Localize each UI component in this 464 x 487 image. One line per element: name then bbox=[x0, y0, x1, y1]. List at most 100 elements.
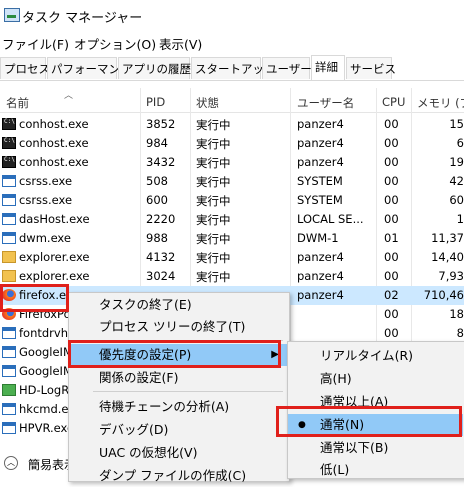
column-header-memory[interactable]: メモリ (プラ bbox=[417, 95, 464, 111]
menu-item-uac-virtualization[interactable]: UAC の仮想化(V) bbox=[69, 442, 287, 464]
cell-cpu: 00 bbox=[384, 307, 399, 321]
window-icon bbox=[2, 175, 16, 187]
table-row[interactable]: conhost.exe 984 実行中 panzer4 00 6 bbox=[0, 134, 464, 153]
cell-status: 実行中 bbox=[196, 175, 231, 189]
cell-user: SYSTEM bbox=[297, 193, 343, 207]
cell-user: DWM-1 bbox=[297, 231, 339, 245]
priority-realtime[interactable]: リアルタイム(R) bbox=[288, 345, 463, 367]
cell-user: panzer4 bbox=[297, 155, 344, 169]
cell-name: conhost.exe bbox=[19, 155, 89, 169]
cell-name: csrss.exe bbox=[19, 193, 73, 207]
tab-strip: プロセス パフォーマンス アプリの履歴 スタートアップ ユーザー 詳細 サービス bbox=[0, 55, 464, 81]
cell-user: panzer4 bbox=[297, 269, 344, 283]
tab-startup[interactable]: スタートアップ bbox=[191, 57, 276, 79]
tab-app-history[interactable]: アプリの履歴 bbox=[118, 57, 191, 79]
cell-name: GoogleIM bbox=[19, 364, 73, 378]
cell-mem: 710,46 bbox=[423, 288, 464, 302]
cell-name: HPVR.exe bbox=[19, 421, 75, 435]
menu-item-debug[interactable]: デバッグ(D) bbox=[69, 419, 287, 441]
menu-item-create-dump-file[interactable]: ダンプ ファイルの作成(C) bbox=[69, 465, 287, 487]
task-manager-app-icon bbox=[4, 8, 20, 22]
cell-status: 実行中 bbox=[196, 156, 231, 170]
cell-mem: 15 bbox=[449, 117, 464, 131]
table-row[interactable]: dwm.exe 988 実行中 DWM-1 01 11,37 bbox=[0, 229, 464, 248]
cell-status: 実行中 bbox=[196, 194, 231, 208]
table-row[interactable]: explorer.exe 4132 実行中 panzer4 00 14,40 bbox=[0, 248, 464, 267]
cell-name: fontdrvho bbox=[19, 326, 76, 340]
window-icon bbox=[2, 213, 16, 225]
cell-mem: 60 bbox=[449, 193, 464, 207]
menu-file[interactable]: ファイル(F) bbox=[2, 34, 69, 53]
tab-users[interactable]: ユーザー bbox=[262, 57, 312, 79]
title-bar: タスク マネージャー bbox=[0, 0, 464, 30]
tab-performance[interactable]: パフォーマンス bbox=[47, 57, 131, 79]
cell-user: LOCAL SE... bbox=[297, 212, 364, 226]
cell-name: GoogleIM bbox=[19, 345, 73, 359]
table-row[interactable]: csrss.exe 508 実行中 SYSTEM 00 42 bbox=[0, 172, 464, 191]
tab-services[interactable]: サービス bbox=[346, 57, 396, 79]
cell-cpu: 00 bbox=[384, 250, 399, 264]
window-title: タスク マネージャー bbox=[22, 11, 143, 26]
menu-item-analyze-wait-chain[interactable]: 待機チェーンの分析(A) bbox=[69, 396, 287, 418]
cell-cpu: 00 bbox=[384, 269, 399, 283]
column-header-row: 名前 PID 状態 ユーザー名 CPU メモリ (プラ bbox=[0, 88, 464, 113]
cell-mem: 42 bbox=[449, 174, 464, 188]
cell-cpu: 00 bbox=[384, 326, 399, 340]
cell-name: dasHost.exe bbox=[19, 212, 90, 226]
cell-mem: 8 bbox=[456, 326, 464, 340]
column-header-username[interactable]: ユーザー名 bbox=[297, 95, 354, 111]
cell-pid: 2220 bbox=[146, 212, 176, 226]
menu-view[interactable]: 表示(V) bbox=[159, 34, 202, 53]
console-icon bbox=[2, 118, 16, 130]
cell-mem: 1 bbox=[456, 212, 464, 226]
table-row[interactable]: explorer.exe 3024 実行中 panzer4 00 7,93 bbox=[0, 267, 464, 286]
table-row[interactable]: csrss.exe 600 実行中 SYSTEM 00 60 bbox=[0, 191, 464, 210]
cell-pid: 4132 bbox=[146, 250, 176, 264]
highlight-box-set-priority bbox=[68, 340, 281, 368]
column-header-name[interactable]: 名前 bbox=[6, 95, 29, 111]
cell-mem: 7,93 bbox=[438, 269, 464, 283]
cell-mem: 18 bbox=[449, 307, 464, 321]
cell-status: 実行中 bbox=[196, 137, 231, 151]
tab-details[interactable]: 詳細 bbox=[311, 55, 345, 80]
highlight-box-normal-priority bbox=[276, 406, 462, 437]
cell-pid: 3432 bbox=[146, 155, 176, 169]
cell-user: panzer4 bbox=[297, 288, 344, 302]
cell-cpu: 00 bbox=[384, 155, 399, 169]
menu-options[interactable]: オプション(O) bbox=[74, 34, 156, 53]
menu-item-end-process-tree[interactable]: プロセス ツリーの終了(T) bbox=[69, 316, 287, 338]
console-icon bbox=[2, 156, 16, 168]
menu-item-end-task[interactable]: タスクの終了(E) bbox=[69, 294, 287, 316]
cell-user: panzer4 bbox=[297, 136, 344, 150]
table-row[interactable]: conhost.exe 3852 実行中 panzer4 00 15 bbox=[0, 115, 464, 134]
menu-item-set-affinity[interactable]: 関係の設定(F) bbox=[69, 367, 287, 389]
highlight-box-firefox bbox=[0, 284, 69, 312]
column-header-status[interactable]: 状態 bbox=[196, 95, 219, 111]
cell-status: 実行中 bbox=[196, 251, 231, 265]
tab-processes[interactable]: プロセス bbox=[0, 57, 50, 79]
cell-user: panzer4 bbox=[297, 250, 344, 264]
cell-pid: 984 bbox=[146, 136, 168, 150]
table-row[interactable]: conhost.exe 3432 実行中 panzer4 00 19 bbox=[0, 153, 464, 172]
priority-below-normal[interactable]: 通常以下(B) bbox=[288, 437, 463, 459]
cell-pid: 3024 bbox=[146, 269, 176, 283]
window-icon bbox=[2, 422, 16, 434]
green-icon bbox=[2, 384, 16, 396]
cell-name: explorer.exe bbox=[19, 250, 90, 264]
table-row[interactable]: dasHost.exe 2220 実行中 LOCAL SE... 00 1 bbox=[0, 210, 464, 229]
window-icon bbox=[2, 346, 16, 358]
cell-cpu: 00 bbox=[384, 136, 399, 150]
cell-name: explorer.exe bbox=[19, 269, 90, 283]
cell-user: SYSTEM bbox=[297, 174, 343, 188]
column-header-cpu[interactable]: CPU bbox=[382, 95, 405, 109]
cell-cpu: 00 bbox=[384, 212, 399, 226]
cell-name: dwm.exe bbox=[19, 231, 71, 245]
collapse-chevron-icon[interactable]: ︿ bbox=[4, 456, 18, 470]
cell-mem: 19 bbox=[449, 155, 464, 169]
priority-high[interactable]: 高(H) bbox=[288, 368, 463, 390]
cell-mem: 11,37 bbox=[431, 231, 464, 245]
priority-low[interactable]: 低(L) bbox=[288, 459, 463, 481]
column-header-pid[interactable]: PID bbox=[146, 95, 165, 109]
cell-pid: 988 bbox=[146, 231, 168, 245]
cell-pid: 3852 bbox=[146, 117, 176, 131]
